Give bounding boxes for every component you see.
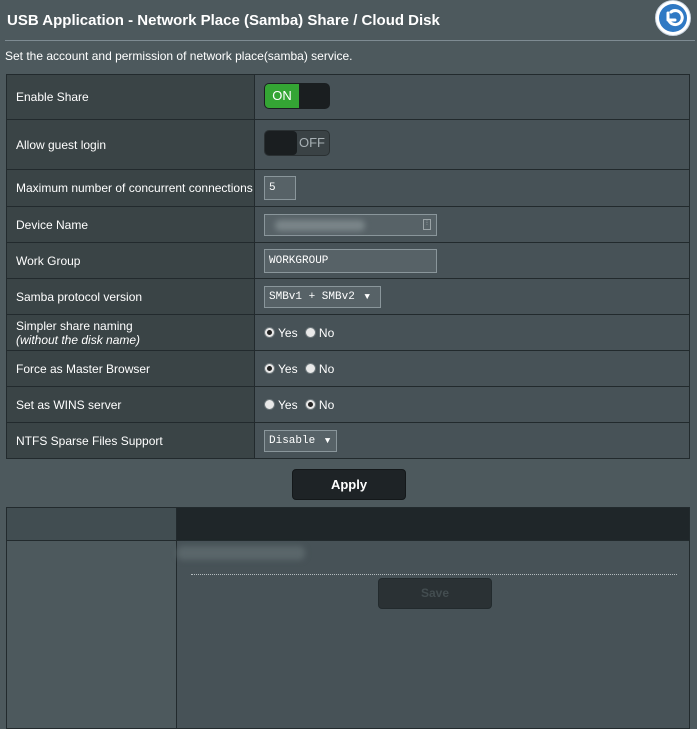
header-divider [5, 40, 695, 41]
row-enable-share: Enable Share ON [6, 74, 690, 120]
samba-settings-table: Enable Share ON Allow guest login OFF Ma… [6, 74, 690, 459]
permission-toolbar [177, 508, 689, 541]
radio-yes-label: Yes [278, 325, 298, 340]
samba-version-label: Samba protocol version [6, 278, 255, 315]
row-master-browser: Force as Master Browser Yes No [6, 350, 690, 387]
row-wins-server: Set as WINS server Yes No [6, 386, 690, 423]
disk-tree-header [7, 508, 176, 541]
disk-tree-pane [7, 508, 177, 728]
ntfs-sparse-selected: Disable [269, 434, 316, 447]
master-browser-no-radio[interactable] [304, 362, 316, 374]
ntfs-sparse-select[interactable]: Disable ▼ [264, 429, 337, 452]
toggle-knob [265, 131, 297, 155]
simpler-naming-yes-radio[interactable] [264, 326, 275, 338]
radio-yes-label: Yes [278, 397, 298, 412]
wins-server-yes-radio[interactable] [264, 398, 275, 410]
row-guest-login: Allow guest login OFF [6, 119, 690, 170]
work-group-input[interactable]: WORKGROUP [264, 248, 437, 273]
simpler-naming-label-cell: Simpler share naming (without the disk n… [6, 314, 255, 351]
ntfs-sparse-label: NTFS Sparse Files Support [6, 422, 255, 459]
radio-no-label: No [318, 397, 335, 412]
wins-server-label: Set as WINS server [6, 386, 255, 423]
device-name-label: Device Name [6, 206, 255, 243]
row-simpler-naming: Simpler share naming (without the disk n… [6, 314, 690, 351]
simpler-naming-no-radio[interactable] [304, 326, 316, 338]
share-folder-panel: Save [6, 507, 690, 729]
page-description: Set the account and permission of networ… [5, 49, 353, 63]
save-button[interactable]: Save [378, 578, 492, 609]
toggle-off-text: OFF [299, 135, 325, 150]
master-browser-label: Force as Master Browser [6, 350, 255, 387]
toggle-on-text: ON [265, 83, 299, 108]
row-work-group: Work Group WORKGROUP [6, 242, 690, 279]
dotted-divider [191, 574, 677, 575]
apply-button[interactable]: Apply [292, 469, 406, 500]
wins-server-no-radio[interactable] [304, 398, 316, 410]
dropdown-arrow-icon: ▼ [324, 435, 331, 446]
redacted-account-name [177, 546, 305, 560]
radio-yes-label: Yes [278, 361, 298, 376]
guest-login-toggle[interactable]: OFF [264, 130, 330, 156]
radio-no-label: No [318, 361, 335, 376]
row-max-connections: Maximum number of concurrent connections… [6, 169, 690, 207]
enable-share-toggle[interactable]: ON [264, 82, 330, 109]
guest-login-label: Allow guest login [6, 119, 255, 170]
samba-version-select[interactable]: SMBv1 + SMBv2 ▼ [264, 285, 381, 308]
header: USB Application - Network Place (Samba) … [0, 0, 697, 42]
back-arrow-icon [659, 4, 687, 32]
row-ntfs-sparse: NTFS Sparse Files Support Disable ▼ [6, 422, 690, 459]
back-button[interactable] [655, 0, 691, 36]
keyboard-icon: ⁝ [423, 218, 431, 230]
row-samba-version: Samba protocol version SMBv1 + SMBv2 ▼ [6, 278, 690, 315]
radio-no-label: No [318, 325, 335, 340]
toggle-knob [299, 83, 329, 108]
row-device-name: Device Name ⁝ [6, 206, 690, 243]
device-name-input[interactable]: ⁝ [264, 213, 437, 236]
redacted-device-name [275, 219, 365, 231]
simpler-naming-label: Simpler share naming [16, 318, 133, 333]
master-browser-yes-radio[interactable] [264, 362, 275, 374]
simpler-naming-sublabel: (without the disk name) [16, 332, 141, 347]
max-connections-label: Maximum number of concurrent connections [6, 169, 255, 207]
samba-version-selected: SMBv1 + SMBv2 [269, 290, 355, 303]
work-group-label: Work Group [6, 242, 255, 279]
dropdown-arrow-icon: ▼ [364, 291, 370, 302]
enable-share-label: Enable Share [6, 74, 255, 120]
page-title: USB Application - Network Place (Samba) … [7, 12, 440, 29]
max-connections-input[interactable]: 5 [264, 176, 296, 200]
